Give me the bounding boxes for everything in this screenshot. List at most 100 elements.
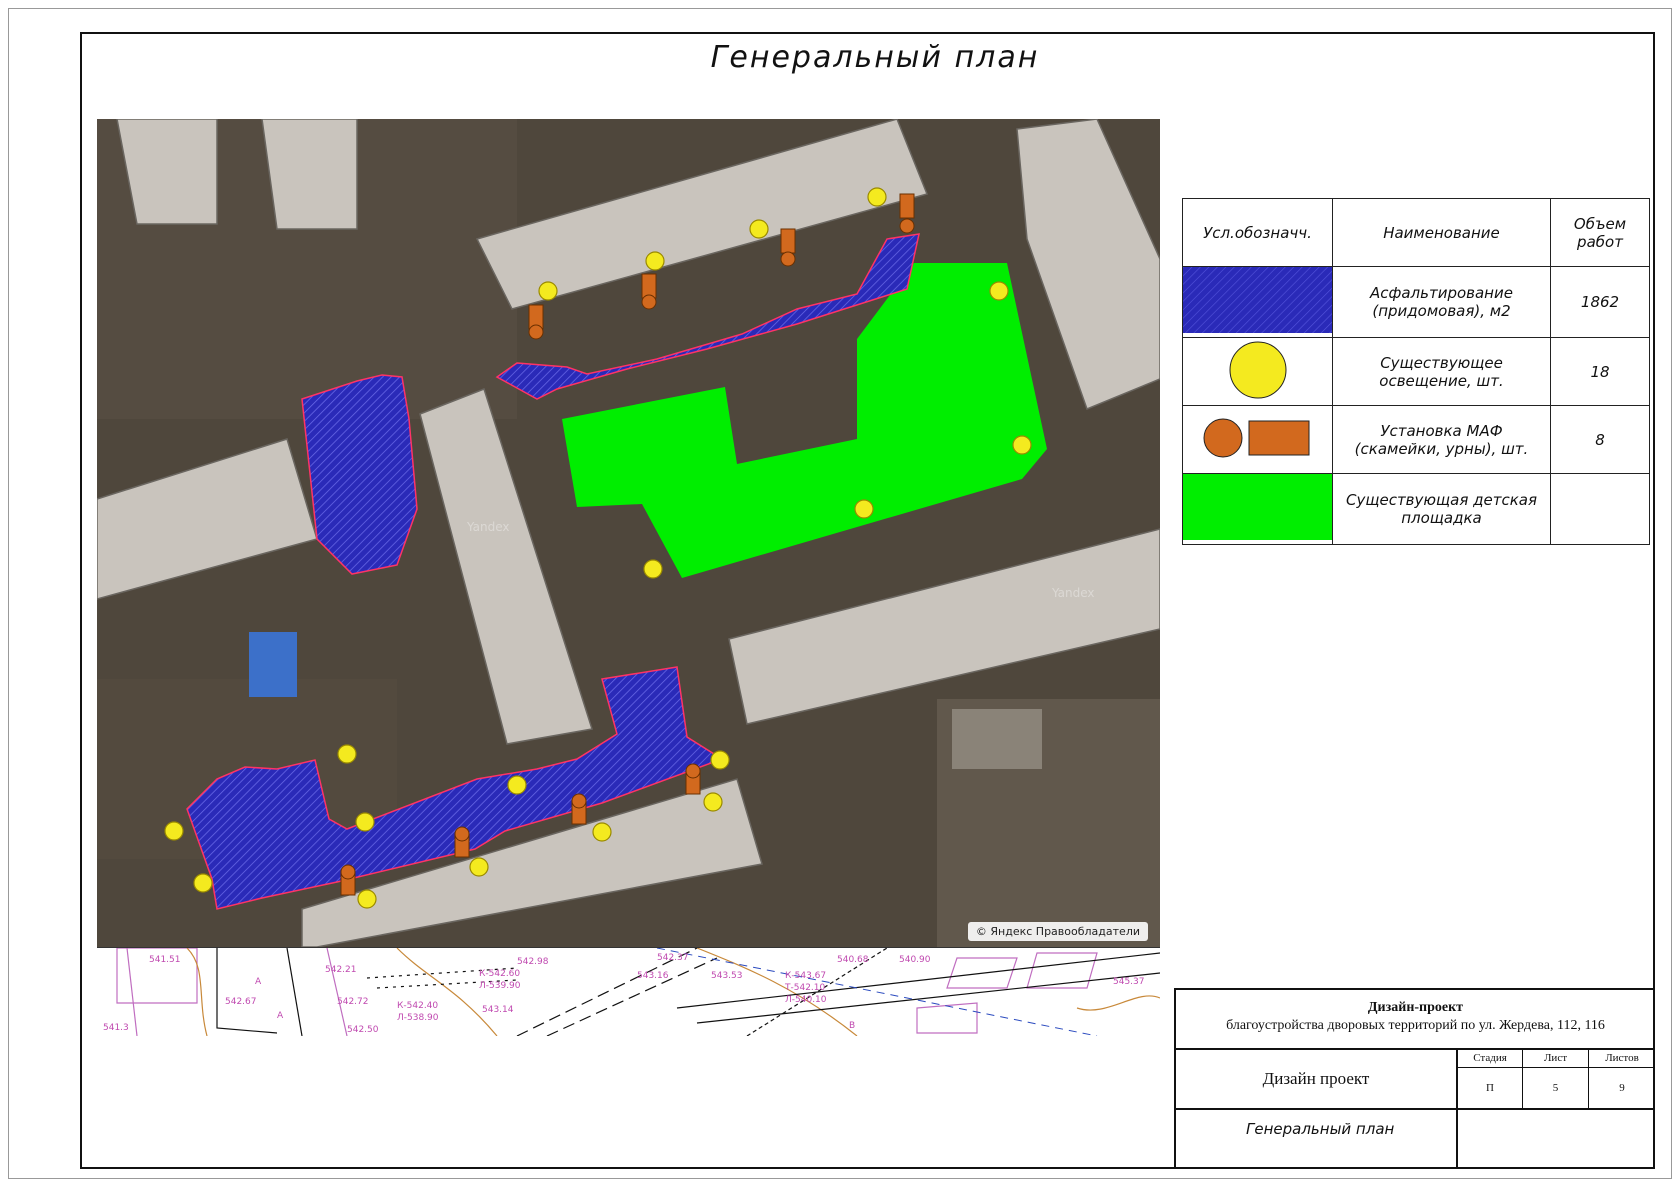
stamp-project-title: Дизайн-проект [1367, 1000, 1464, 1015]
plan-label: Л-540.10 [785, 995, 827, 1005]
satellite-map: Yandex Yandex © Яндекс Правообладатели [97, 119, 1160, 947]
stamp-sheet-label: Лист [1523, 1050, 1589, 1068]
plan-label: 542.21 [325, 965, 357, 975]
plan-label: 542.67 [225, 997, 257, 1007]
plan-label: 542.37 [657, 953, 689, 963]
light-icon [469, 857, 489, 877]
light-icon [337, 744, 357, 764]
legend-volume-asphalt: 1862 [1550, 266, 1650, 338]
legend-volume-maf: 8 [1550, 405, 1650, 474]
light-icon [592, 822, 612, 842]
legend-name-maf: Установка МАФ (скамейки, урны), шт. [1332, 405, 1551, 474]
light-icon [867, 187, 887, 207]
stamp-sheets-label: Листов [1589, 1050, 1655, 1068]
stamp-sheet-value: 5 [1523, 1068, 1589, 1110]
plan-label: 540.90 [899, 955, 931, 965]
plan-label: 540.68 [837, 955, 869, 965]
stamp-sheet-title: Генеральный план [1176, 1110, 1458, 1169]
asphalt-swatch-icon [1183, 267, 1332, 333]
legend-volume-playground [1550, 473, 1650, 545]
stamp-sheets-value: 9 [1589, 1068, 1655, 1110]
plan-label: К-542.60 [479, 969, 520, 979]
plan-label: Т-542.10 [784, 983, 826, 993]
plan-label: К-543.67 [785, 971, 826, 981]
urn-icon [528, 324, 544, 340]
stamp-stage-value: П [1458, 1068, 1523, 1110]
stamp-stage-label: Стадия [1458, 1050, 1523, 1068]
plan-label: 542.72 [337, 997, 369, 1007]
plan-label: К-542.40 [397, 1001, 438, 1011]
legend-symbol-cell [1182, 405, 1333, 474]
legend-symbol-cell [1182, 337, 1333, 406]
plan-road-line [286, 948, 303, 1036]
title-block: Дизайн-проект благоустройства дворовых т… [1174, 988, 1655, 1169]
plan-label: 541.3 [103, 1023, 129, 1033]
urn-icon [780, 251, 796, 267]
light-icon [643, 559, 663, 579]
light-icon [710, 750, 730, 770]
light-icon [355, 812, 375, 832]
stamp-project-cell: Дизайн-проект благоустройства дворовых т… [1176, 990, 1655, 1050]
plan-outline [1026, 952, 1098, 989]
light-icon [989, 281, 1009, 301]
light-icon [507, 775, 527, 795]
plan-label: 541.51 [149, 955, 181, 965]
plan-blue-line [656, 948, 1098, 1036]
light-icon [193, 873, 213, 893]
green-swatch-icon [1183, 474, 1332, 540]
plan-road-line [216, 948, 278, 1034]
urn-icon [571, 793, 587, 809]
contour-line [1076, 995, 1160, 1011]
plan-label: 543.16 [637, 971, 669, 981]
legend-row-lighting: Существующее освещение, шт. 18 [1182, 337, 1650, 406]
plan-dashed-line [546, 957, 718, 1036]
drawing-title: Генеральный план [710, 40, 1040, 75]
urn-icon [641, 294, 657, 310]
legend-header-name: Наименование [1332, 198, 1551, 267]
legend-header-volume: Объем работ [1550, 198, 1650, 267]
plan-label: Л-539.90 [479, 981, 521, 991]
building-roof [261, 119, 358, 230]
plan-label: 543.53 [711, 971, 743, 981]
urn-icon [340, 864, 356, 880]
legend-symbol-cell [1182, 473, 1333, 545]
light-icon [703, 792, 723, 812]
plan-label: А [255, 977, 262, 987]
urn-icon [899, 218, 915, 234]
legend-name-asphalt: Асфальтирование (придомовая), м2 [1332, 266, 1551, 338]
light-icon [164, 821, 184, 841]
light-icon [357, 889, 377, 909]
legend-row-playground: Существующая детская площадка [1182, 473, 1650, 545]
legend-row-maf: Установка МАФ (скамейки, урны), шт. 8 [1182, 405, 1650, 474]
legend-symbol-cell [1182, 266, 1333, 338]
topographic-plan-strip: 541.51 542.67 541.3 542.21 542.72 542.50… [97, 947, 1160, 1036]
bench-icon [780, 228, 796, 254]
light-icon [538, 281, 558, 301]
blue-shed [249, 632, 297, 697]
legend-name-lighting: Существующее освещение, шт. [1332, 337, 1551, 406]
urn-icon [685, 763, 701, 779]
plan-label: 545.37 [1113, 977, 1145, 987]
legend-row-asphalt: Асфальтирование (придомовая), м2 1862 [1182, 266, 1650, 338]
plan-label: Л-538.90 [397, 1013, 439, 1023]
stamp-project-subtitle: благоустройства дворовых территорий по у… [1226, 1018, 1605, 1033]
plan-label: 543.14 [482, 1005, 514, 1015]
plan-label: В [849, 1021, 855, 1031]
legend-name-playground: Существующая детская площадка [1332, 473, 1551, 545]
plan-label: 542.98 [517, 957, 549, 967]
legend-header-row: Усл.обозначч. Наименование Объем работ [1182, 198, 1650, 267]
legend-header-symbol: Усл.обозначч. [1182, 198, 1333, 267]
plan-svg: 541.51 542.67 541.3 542.21 542.72 542.50… [103, 948, 1160, 1036]
map-svg: Yandex Yandex [97, 119, 1160, 947]
maf-icon [1203, 418, 1309, 457]
plan-outline [916, 1002, 978, 1034]
stamp-left-text: Дизайн проект [1176, 1050, 1458, 1110]
light-icon [854, 499, 874, 519]
yellow-circle-icon [1229, 341, 1286, 398]
light-icon [1012, 435, 1032, 455]
light-icon [749, 219, 769, 239]
watermark: Yandex [466, 520, 510, 534]
small-building [952, 709, 1042, 769]
plan-label: 542.50 [347, 1025, 379, 1035]
contour-line [696, 948, 858, 1036]
